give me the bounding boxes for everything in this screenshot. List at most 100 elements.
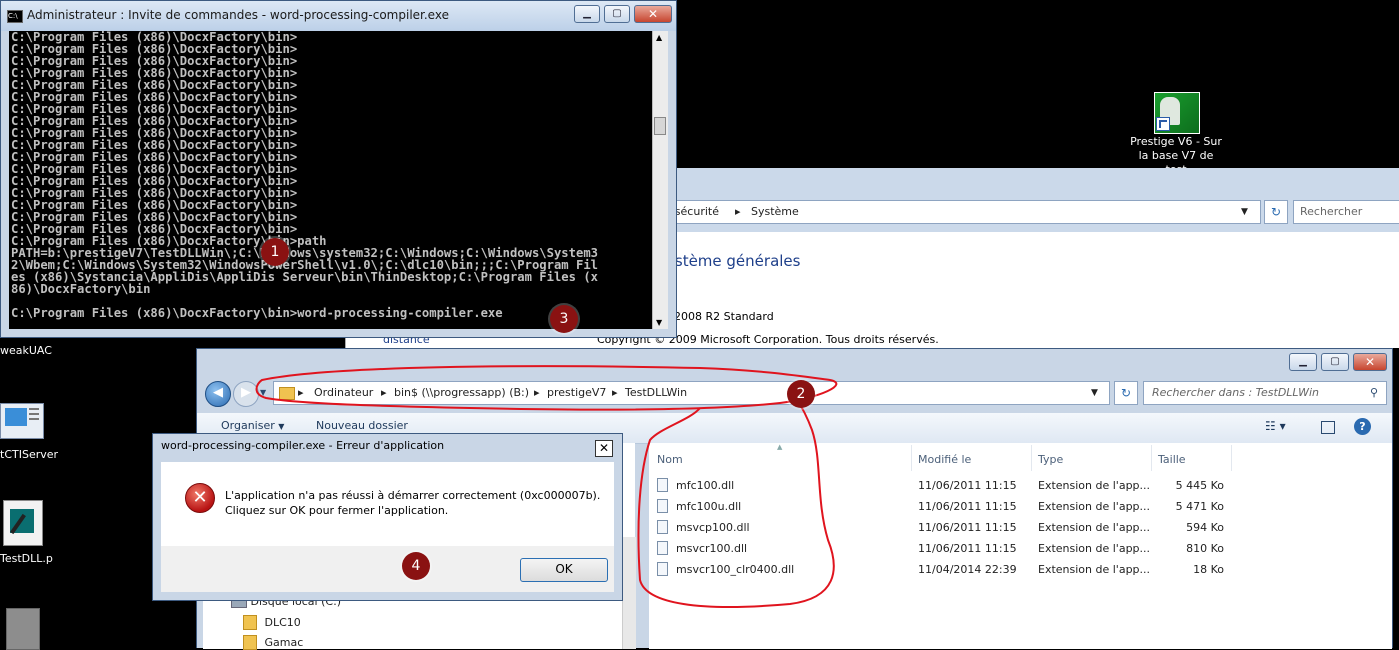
column-modified[interactable]: Modifié le: [918, 453, 971, 466]
close-button[interactable]: ✕: [634, 5, 672, 23]
file-name: mfc100u.dll: [676, 500, 742, 513]
prestige-icon: [1154, 92, 1200, 134]
breadcrumb-testdllwin[interactable]: TestDLLWin: [625, 386, 687, 399]
error-dialog[interactable]: word-processing-compiler.exe - Erreur d'…: [152, 433, 623, 601]
sort-arrow-icon: ▲: [777, 443, 783, 451]
system-search-input[interactable]: Rechercher: [1293, 200, 1399, 224]
new-folder-button[interactable]: Nouveau dossier: [316, 419, 408, 432]
cmd-icon: C:\: [7, 10, 23, 23]
file-size: 594 Ko: [1186, 521, 1224, 534]
dll-file-icon: [657, 478, 668, 492]
annotation-marker-2: 2: [787, 380, 815, 408]
dll-file-icon: [657, 541, 668, 555]
file-size: 810 Ko: [1186, 542, 1224, 555]
file-type: Extension de l'app...: [1038, 479, 1151, 492]
file-size: 5 445 Ko: [1175, 479, 1224, 492]
explorer-address-bar[interactable]: ▸ Ordinateur ▸ bin$ (\\progressapp) (B:)…: [273, 381, 1110, 405]
preview-pane-icon[interactable]: [1321, 421, 1335, 434]
breadcrumb-ordinateur[interactable]: Ordinateur: [314, 386, 373, 399]
dialog-close-button[interactable]: ✕: [595, 440, 613, 457]
refresh-icon: ↻: [1270, 205, 1282, 219]
file-list[interactable]: ▲ Nom Modifié le Type Taille mfc100.dll 1…: [649, 443, 1392, 649]
console-window[interactable]: C:\ Administrateur : Invite de commandes…: [0, 0, 677, 338]
os-edition-text: r 2008 R2 Standard: [666, 310, 774, 323]
chevron-down-icon[interactable]: ▼: [1091, 388, 1098, 398]
system-refresh-button[interactable]: ↻: [1264, 200, 1288, 224]
breadcrumb-separator: ▸: [612, 386, 618, 399]
explorer-minimize-button[interactable]: ▁: [1289, 353, 1317, 371]
ok-button[interactable]: OK: [520, 558, 608, 582]
table-row[interactable]: mfc100.dll 11/06/2011 11:15 Extension de l…: [649, 475, 1392, 496]
dll-file-icon: [657, 562, 668, 576]
file-name: msvcp100.dll: [676, 521, 750, 534]
scroll-thumb[interactable]: [654, 117, 666, 135]
error-icon: ✕: [185, 483, 215, 513]
console-output[interactable]: C:\Program Files (x86)\DocxFactory\bin> …: [9, 31, 652, 329]
desktop-document-icon[interactable]: [6, 608, 40, 650]
nav-item-dlc10[interactable]: DLC10: [243, 615, 301, 630]
console-titlebar[interactable]: C:\ Administrateur : Invite de commandes…: [1, 1, 676, 31]
desktop-label-testdll[interactable]: TestDLL.p: [0, 552, 53, 565]
breadcrumb-prestigev7[interactable]: prestigeV7: [547, 386, 606, 399]
console-title: Administrateur : Invite de commandes - w…: [27, 8, 449, 22]
column-name[interactable]: Nom: [657, 453, 683, 466]
column-type[interactable]: Type: [1038, 453, 1063, 466]
history-dropdown[interactable]: ▼: [260, 388, 266, 397]
file-size: 5 471 Ko: [1175, 500, 1224, 513]
annotation-marker-4: 4: [402, 552, 430, 580]
explorer-close-button[interactable]: ✕: [1353, 353, 1387, 371]
chevron-down-icon[interactable]: ▼: [1241, 207, 1248, 217]
organize-button[interactable]: Organiser ▼: [221, 419, 284, 432]
file-name: mfc100.dll: [676, 479, 735, 492]
scroll-down-arrow[interactable]: ▼: [656, 318, 662, 327]
desktop-label-weakuac[interactable]: weakUAC: [0, 344, 52, 357]
help-icon[interactable]: ?: [1354, 418, 1371, 435]
breadcrumb-separator: ▸: [381, 386, 387, 399]
column-size[interactable]: Taille: [1158, 453, 1186, 466]
console-scrollbar[interactable]: ▲ ▼: [652, 31, 668, 329]
table-row[interactable]: mfc100u.dll 11/06/2011 11:15 Extension de …: [649, 496, 1392, 517]
minimize-button[interactable]: ▁: [574, 5, 600, 23]
table-row[interactable]: msvcr100_clr0400.dll 11/04/2014 22:39 Exte…: [649, 559, 1392, 580]
search-icon: ⚲: [1370, 386, 1379, 399]
file-type: Extension de l'app...: [1038, 521, 1151, 534]
dialog-title: word-processing-compiler.exe - Erreur d'…: [161, 439, 445, 452]
breadcrumb-separator: ▸: [534, 386, 540, 399]
file-name: msvcr100_clr0400.dll: [676, 563, 795, 576]
console-text: C:\Program Files (x86)\DocxFactory\bin> …: [11, 31, 598, 320]
forward-button[interactable]: ▶: [233, 381, 259, 407]
file-name: msvcr100.dll: [676, 542, 748, 555]
system-breadcrumb-system[interactable]: Système: [751, 205, 799, 218]
file-modified: 11/06/2011 11:15: [918, 521, 1017, 534]
table-row[interactable]: msvcr100.dll 11/06/2011 11:15 Extension de…: [649, 538, 1392, 559]
dll-file-icon: [657, 499, 668, 513]
annotation-marker-1: 1: [261, 238, 289, 266]
refresh-icon: ↻: [1120, 386, 1132, 400]
file-size: 18 Ko: [1193, 563, 1224, 576]
file-modified: 11/06/2011 11:15: [918, 542, 1017, 555]
system-heading: ystème générales: [666, 252, 801, 270]
maximize-button[interactable]: ▢: [604, 5, 630, 23]
nav-scrollbar[interactable]: [622, 537, 636, 649]
file-modified: 11/04/2014 22:39: [918, 563, 1017, 576]
back-button[interactable]: ◀: [205, 381, 231, 407]
file-modified: 11/06/2011 11:15: [918, 479, 1017, 492]
scroll-up-arrow[interactable]: ▲: [656, 33, 662, 42]
tctiserver-icon[interactable]: [0, 403, 44, 439]
prestige-desktop-icon[interactable]: Prestige V6 - Sur la base V7 de test: [1128, 92, 1224, 176]
dialog-message-line1: L'application n'a pas réussi à démarrer …: [225, 489, 601, 502]
desktop-label-tctiserver[interactable]: tCTIServer: [0, 448, 58, 461]
system-address-bar[interactable]: t sécurité ▸ Système ▼: [666, 200, 1261, 224]
file-type: Extension de l'app...: [1038, 542, 1151, 555]
explorer-refresh-button[interactable]: ↻: [1114, 381, 1138, 405]
file-rows: mfc100.dll 11/06/2011 11:15 Extension de l…: [649, 475, 1392, 585]
view-options-icon[interactable]: ☷ ▾: [1265, 419, 1286, 433]
explorer-maximize-button[interactable]: ▢: [1321, 353, 1349, 371]
table-row[interactable]: msvcp100.dll 11/06/2011 11:15 Extension de…: [649, 517, 1392, 538]
testdll-icon[interactable]: [3, 500, 43, 546]
file-type: Extension de l'app...: [1038, 563, 1151, 576]
explorer-search-input[interactable]: Rechercher dans : TestDLLWin ⚲: [1143, 381, 1387, 405]
dialog-message-line2: Cliquez sur OK pour fermer l'application…: [225, 504, 449, 517]
folder-icon: [279, 387, 295, 400]
breadcrumb-bin-share[interactable]: bin$ (\\progressapp) (B:): [394, 386, 529, 399]
